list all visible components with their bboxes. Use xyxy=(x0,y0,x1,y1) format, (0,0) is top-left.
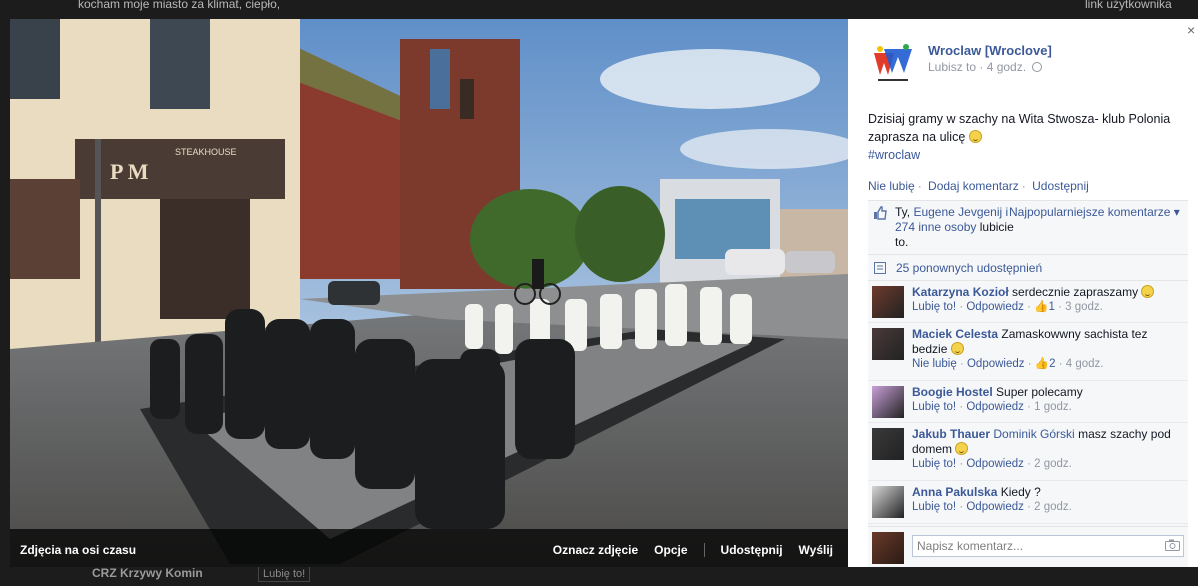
comment-like-count[interactable]: 👍2 xyxy=(1035,358,1056,370)
comment-text: Super polecamy xyxy=(996,385,1083,399)
comment-list: Katarzyna Kozioł serdecznie zapraszamy L… xyxy=(868,281,1188,567)
shares-row: 25 ponownych udostępnień xyxy=(868,255,1188,281)
photo-viewer[interactable]: STEAKHOUSE P M xyxy=(10,19,848,567)
photo-action-bar: Zdjęcia na osi czasu Oznacz zdjęcie Opcj… xyxy=(10,529,848,567)
comment-text: serdecznie zapraszamy xyxy=(1012,285,1139,299)
comment-reply-button[interactable]: Odpowiedz xyxy=(966,501,1024,513)
share-button[interactable]: Udostępnij xyxy=(1032,179,1089,193)
photo-actions: Oznacz zdjęcie Opcje Udostępnij Wyślij xyxy=(537,543,833,557)
comment-author-link[interactable]: Maciek Celesta xyxy=(912,327,998,341)
comment-like-count[interactable]: 👍1 xyxy=(1034,301,1055,313)
comment-item: Katarzyna Kozioł serdecznie zapraszamy L… xyxy=(868,281,1188,323)
comment-like-button[interactable]: Lubię to! xyxy=(912,501,956,513)
comment-meta: Nie lubię · Odpowiedz · 👍2 · 4 godz. xyxy=(912,358,1104,370)
post-meta: Lubisz to · 4 godz. xyxy=(928,60,1043,74)
comment-meta: Lubię to! · Odpowiedz · 2 godz. xyxy=(912,501,1072,513)
divider xyxy=(703,543,705,557)
tagged-user-link[interactable]: Dominik Górski xyxy=(993,427,1074,441)
comment-body: Anna Pakulska Kiedy ? Lubię to! · Odpowie… xyxy=(912,485,1182,515)
send-photo-button[interactable]: Wyślij xyxy=(799,543,833,557)
share-icon xyxy=(874,262,886,274)
comment-meta: Lubię to! · Odpowiedz · 2 godz. xyxy=(912,458,1072,470)
comment-like-button[interactable]: Lubię to! xyxy=(912,401,956,413)
thumbs-up-icon: 👍 xyxy=(1034,358,1050,370)
comment-reply-button[interactable]: Odpowiedz xyxy=(967,358,1025,370)
options-button[interactable]: Opcje xyxy=(654,543,687,557)
likes-prefix: Ty, xyxy=(895,205,914,219)
comment-time: 4 godz. xyxy=(1065,358,1104,370)
sort-comments-dropdown[interactable]: Najpopularniejsze komentarze ▾ xyxy=(1009,205,1180,219)
comment-body: Katarzyna Kozioł serdecznie zapraszamy L… xyxy=(912,285,1182,315)
chess-street-photo: STEAKHOUSE P M xyxy=(10,19,848,567)
comment-time: 3 godz. xyxy=(1065,301,1103,313)
avatar[interactable] xyxy=(872,386,904,418)
post-panel: × Wroclaw [Wroclove] Lubisz to · 4 godz.… xyxy=(848,19,1198,567)
likes-text: Ty, Eugene Jevgenij i 274 inne osoby lub… xyxy=(895,205,1015,250)
restaurant-sign: P M xyxy=(110,159,149,184)
share-photo-button[interactable]: Udostępnij xyxy=(721,543,783,557)
like-count: 1 xyxy=(1048,301,1055,313)
comment-item: Maciek Celesta Zamaskowwny sachista tez … xyxy=(868,323,1188,381)
comment-body: Boogie Hostel Super polecamy Lubię to! · … xyxy=(912,385,1182,415)
avatar[interactable] xyxy=(872,286,904,318)
album-link[interactable]: Zdjęcia na osi czasu xyxy=(20,543,136,557)
comment-like-button[interactable]: Lubię to! xyxy=(912,301,956,313)
smile-emoji-icon xyxy=(950,342,964,355)
unlike-button[interactable]: Nie lubię xyxy=(868,179,915,193)
background-post-text: kocham moje miasto za klimat, ciepło, xyxy=(78,0,281,11)
tag-photo-button[interactable]: Oznacz zdjęcie xyxy=(553,543,638,557)
hashtag-link[interactable]: #wroclaw xyxy=(868,148,920,162)
comment-body: Jakub Thauer Dominik Górski masz szachy … xyxy=(912,427,1182,472)
post-meta-text: Lubisz to · 4 godz. xyxy=(928,60,1027,74)
smile-emoji-icon xyxy=(955,442,969,455)
background-link-text: link użytkownika xyxy=(1085,0,1172,11)
comment-like-button[interactable]: Nie lubię xyxy=(912,358,957,370)
avatar[interactable] xyxy=(872,486,904,518)
shares-link[interactable]: 25 ponownych udostępnień xyxy=(896,261,1042,275)
close-icon[interactable]: × xyxy=(1187,22,1195,38)
comment-author-link[interactable]: Anna Pakulska xyxy=(912,485,997,499)
comment-item: Boogie Hostel Super polecamy Lubię to! · … xyxy=(868,381,1188,423)
comment-time: 2 godz. xyxy=(1034,458,1072,470)
smile-emoji-icon xyxy=(968,130,982,143)
post-actions: Nie lubię · Dodaj komentarz · Udostępnij xyxy=(868,179,1089,193)
comment-meta: Lubię to! · Odpowiedz · 👍1 · 3 godz. xyxy=(912,301,1103,313)
background-page-name: CRZ Krzywy Komin xyxy=(92,566,203,580)
page-name-link[interactable]: Wroclaw [Wroclove] xyxy=(928,43,1052,58)
comment-input[interactable] xyxy=(912,535,1184,557)
globe-icon xyxy=(1032,62,1043,72)
comment-item: Anna Pakulska Kiedy ? Lubię to! · Odpowie… xyxy=(868,481,1188,524)
add-comment-button[interactable]: Dodaj komentarz xyxy=(928,179,1019,193)
comment-reply-button[interactable]: Odpowiedz xyxy=(966,301,1024,313)
comment-time: 2 godz. xyxy=(1034,501,1072,513)
steakhouse-sign: STEAKHOUSE xyxy=(175,147,237,157)
comment-body: Maciek Celesta Zamaskowwny sachista tez … xyxy=(912,327,1182,372)
avatar xyxy=(872,532,904,564)
comment-reply-button[interactable]: Odpowiedz xyxy=(966,458,1024,470)
comment-text: Kiedy ? xyxy=(1000,485,1041,499)
avatar[interactable] xyxy=(872,328,904,360)
comment-author-link[interactable]: Jakub Thauer xyxy=(912,427,990,441)
smile-emoji-icon xyxy=(1141,285,1155,298)
write-comment-box xyxy=(868,526,1188,567)
comment-item: Jakub Thauer Dominik Górski masz szachy … xyxy=(868,423,1188,481)
background-like-button: Lubię to! xyxy=(258,566,311,582)
post-body: Dzisiaj gramy w szachy na Wita Stwosza- … xyxy=(868,112,1171,144)
like-count: 2 xyxy=(1049,358,1056,370)
comment-meta: Lubię to! · Odpowiedz · 1 godz. xyxy=(912,401,1072,413)
feedback-box: Ty, Eugene Jevgenij i 274 inne osoby lub… xyxy=(868,200,1188,567)
post-text: Dzisiaj gramy w szachy na Wita Stwosza- … xyxy=(868,110,1193,164)
comment-reply-button[interactable]: Odpowiedz xyxy=(966,401,1024,413)
camera-icon[interactable] xyxy=(1165,539,1180,551)
wroclaw-logo-icon[interactable] xyxy=(870,39,916,85)
thumbs-up-icon xyxy=(874,206,887,220)
avatar[interactable] xyxy=(872,428,904,460)
thumbs-up-icon: 👍 xyxy=(1034,301,1049,313)
comment-time: 1 godz. xyxy=(1034,401,1072,413)
comment-author-link[interactable]: Boogie Hostel xyxy=(912,385,993,399)
comment-author-link[interactable]: Katarzyna Kozioł xyxy=(912,285,1009,299)
comment-like-button[interactable]: Lubię to! xyxy=(912,458,956,470)
likes-summary: Ty, Eugene Jevgenij i 274 inne osoby lub… xyxy=(868,201,1188,255)
